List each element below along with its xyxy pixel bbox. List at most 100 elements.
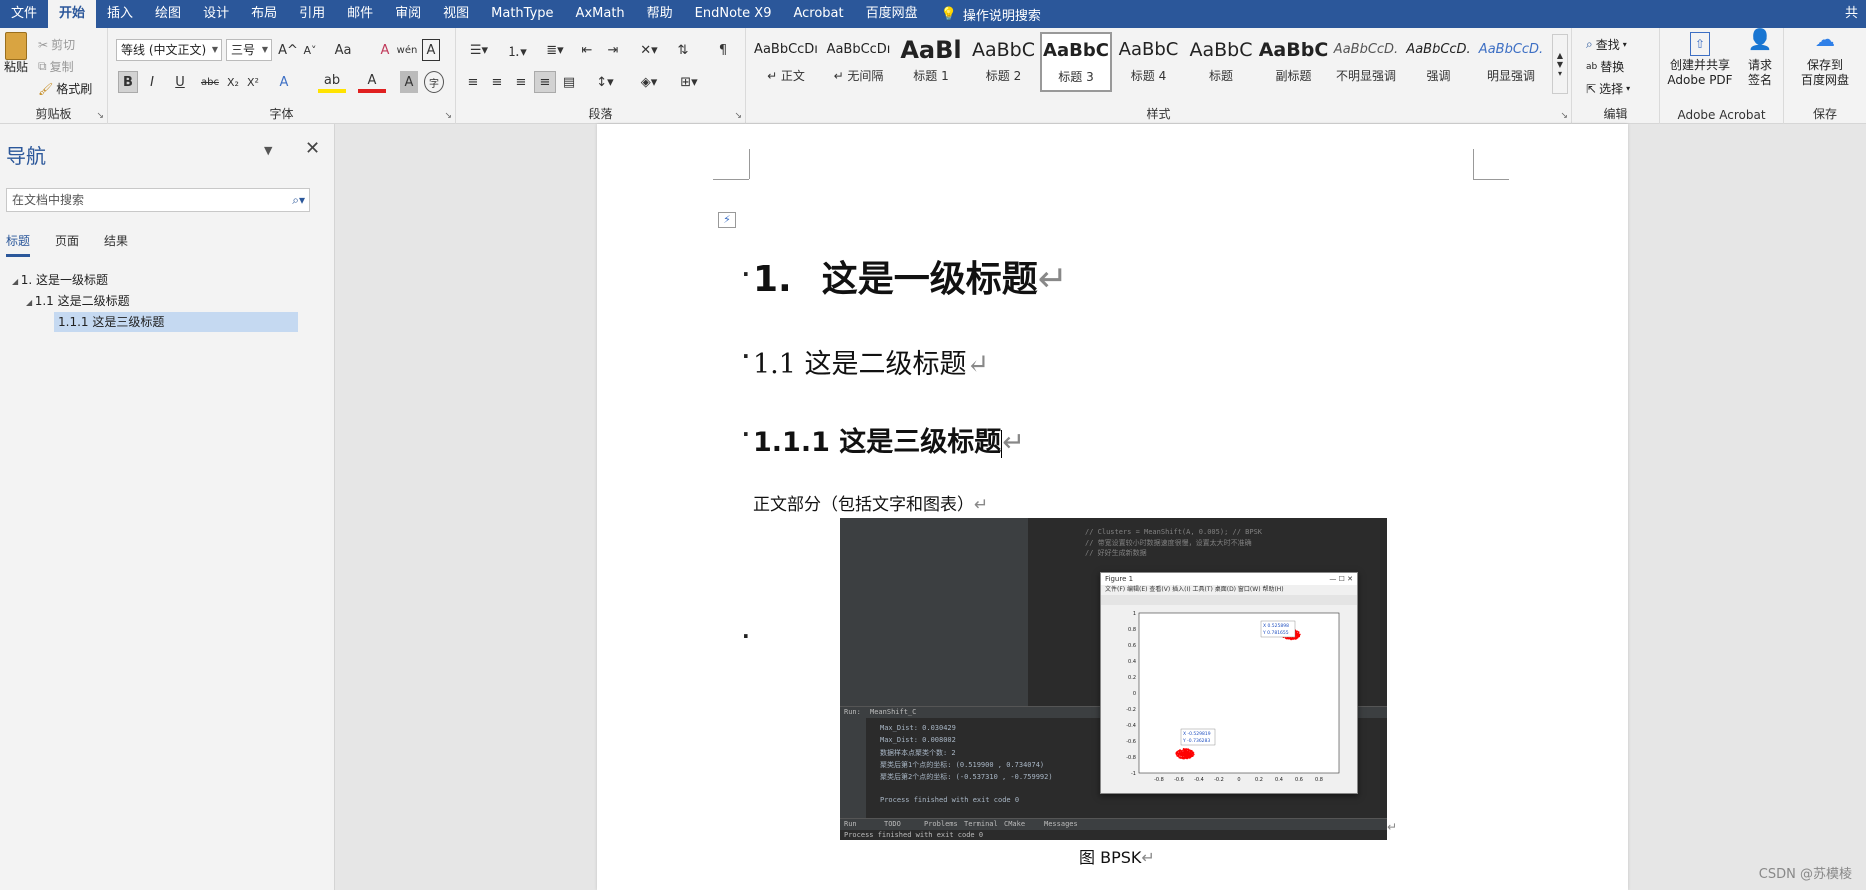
ide-bottom-tab[interactable]: CMake [1004,820,1025,828]
style-item[interactable]: AaBbC 标题 3 [1040,32,1112,92]
bold-button[interactable]: B [118,71,138,93]
justify-button[interactable]: ≡ [534,71,556,93]
bullets-button[interactable]: ☰▾ [462,39,496,61]
clear-format-button[interactable]: A [376,39,394,61]
style-item[interactable]: AaBbC 标题 4 [1113,32,1185,92]
style-item[interactable]: AaBbC 标题 2 [968,32,1040,92]
nav-tab[interactable]: 标题 [6,232,31,257]
ide-bottom-tab[interactable]: TODO [884,820,901,828]
show-marks-button[interactable]: ¶ [712,39,734,61]
style-item[interactable]: AaBbCcDı ↵ 正文 [750,32,822,92]
find-button[interactable]: ⌕ 查找 ▾ [1586,36,1627,53]
phonetic-guide-button[interactable]: wén [397,39,418,61]
shrink-font-button[interactable]: A˅ [300,39,320,61]
align-left-button[interactable]: ≡ [462,71,484,93]
decrease-indent-button[interactable]: ⇤ [576,39,598,61]
align-right-button[interactable]: ≡ [510,71,532,93]
font-name-select[interactable]: 等线 (中文正文) ▼ [116,39,222,61]
window-controls[interactable]: — ☐ ✕ [1329,573,1353,585]
style-item[interactable]: AaBbC 标题 [1185,32,1257,92]
expand-icon[interactable]: ◢ [26,298,35,307]
style-item[interactable]: AaBbCcDı ↵ 无间隔 [823,32,895,92]
nav-search-input[interactable]: 在文档中搜索 ⌕▾ [6,188,310,212]
menu-tab[interactable]: 视图 [432,0,480,28]
run-tab[interactable]: MeanShift_C [870,708,916,716]
nav-tab[interactable]: 页面 [55,232,79,249]
menu-tab[interactable]: 布局 [240,0,288,28]
figure-caption[interactable]: 图 BPSK↵ [1079,844,1155,868]
menu-tab[interactable]: 邮件 [336,0,384,28]
menu-tab[interactable]: 帮助 [636,0,684,28]
heading-2[interactable]: 1.1 这是二级标题↵ [753,342,989,381]
change-case-button[interactable]: Aa [330,39,356,61]
create-pdf-button[interactable]: ⇧ 创建并共享 Adobe PDF [1664,32,1736,88]
char-border-button[interactable]: A [422,39,440,61]
ide-bottom-tab[interactable]: Problems [924,820,958,828]
superscript-button[interactable]: X² [244,71,262,93]
menu-tab[interactable]: 插入 [96,0,144,28]
menu-tab[interactable]: 文件 [0,0,48,28]
cut-button[interactable]: ✂ 剪切 [38,36,75,53]
char-shading-button[interactable]: A [400,71,418,93]
paste-button[interactable]: 粘贴 [2,32,30,75]
body-paragraph[interactable]: 正文部分（包括文字和图表）↵ [753,490,988,515]
font-launcher-icon[interactable]: ↘ [444,111,452,121]
nav-tree-item[interactable]: 1.1.1 这是三级标题 [54,312,298,332]
paragraph-launcher-icon[interactable]: ↘ [734,111,742,121]
align-center-button[interactable]: ≡ [486,71,508,93]
select-button[interactable]: ⇱ 选择 ▾ [1586,80,1630,97]
subscript-button[interactable]: X₂ [224,71,242,93]
increase-indent-button[interactable]: ⇥ [602,39,624,61]
nav-options-icon[interactable]: ▼ [264,144,272,157]
sort-button[interactable]: ⇅ [672,39,694,61]
nav-tab[interactable]: 结果 [104,232,128,249]
line-spacing-button[interactable]: ↕▾ [588,71,622,93]
styles-launcher-icon[interactable]: ↘ [1560,111,1568,121]
heading-1[interactable]: 1. 这是一级标题↵ [753,250,1068,302]
text-effects-button[interactable]: A [270,71,298,93]
menu-tab[interactable]: 审阅 [384,0,432,28]
style-item[interactable]: AaBbCcD. 不明显强调 [1330,32,1402,92]
embedded-figure[interactable]: // Clusters = MeanShift(A, 0.005); // BP… [840,518,1387,840]
styles-scroll[interactable]: ▲ ▼ ▾ [1552,34,1568,94]
strikethrough-button[interactable]: abc [198,71,222,93]
format-painter-button[interactable]: 🖌 格式刷 [38,80,92,97]
menu-tab[interactable]: AxMath [565,0,636,28]
save-baidu-button[interactable]: ☁ 保存到 百度网盘 [1794,29,1856,88]
heading-3[interactable]: 1.1.1 这是三级标题↵ [753,420,1025,459]
borders-button[interactable]: ⊞▾ [672,71,706,93]
menu-tab[interactable]: 绘图 [144,0,192,28]
distributed-button[interactable]: ▤ [558,71,580,93]
font-color-button[interactable]: A [358,71,386,93]
numbering-button[interactable]: ⒈▾ [500,39,534,61]
ide-bottom-tab[interactable]: Messages [1044,820,1078,828]
nav-tree-item[interactable]: ◢ 1.1 这是二级标题 [26,291,130,311]
style-item[interactable]: AaBl 标题 1 [895,32,967,92]
anchor-icon[interactable]: ⚡ [718,212,736,228]
style-item[interactable]: AaBbCcD. 明显强调 [1475,32,1547,92]
menu-tab[interactable]: EndNote X9 [684,0,783,28]
menu-tab[interactable]: MathType [480,0,564,28]
font-size-select[interactable]: 三号 ▼ [226,39,272,61]
enclose-char-button[interactable]: 字 [424,71,444,93]
menu-tab[interactable]: 设计 [192,0,240,28]
request-sign-button[interactable]: 👤 请求 签名 [1740,29,1780,88]
share-button[interactable]: 共 [1845,0,1858,28]
copy-button[interactable]: ⧉ 复制 [38,58,74,75]
close-icon[interactable]: ✕ [305,138,320,159]
menu-tab[interactable]: Acrobat [782,0,854,28]
menu-tab[interactable]: 引用 [288,0,336,28]
nav-tree-item[interactable]: ◢ 1. 这是一级标题 [12,270,108,290]
replace-button[interactable]: ab 替换 [1586,58,1624,75]
menu-tab[interactable]: 百度网盘 [855,0,929,28]
expand-icon[interactable]: ◢ [12,277,21,286]
highlight-button[interactable]: ab [318,71,346,93]
chinese-layout-button[interactable]: ✕▾ [632,39,666,61]
multilevel-list-button[interactable]: ≣▾ [538,39,572,61]
style-item[interactable]: AaBbC 副标题 [1258,32,1330,92]
menu-tab[interactable]: 开始 [48,0,97,28]
clipboard-launcher-icon[interactable]: ↘ [96,111,104,121]
search-icon[interactable]: ⌕▾ [292,189,305,211]
tell-me-search[interactable]: 💡 操作说明搜索 [941,0,1041,28]
underline-button[interactable]: U [166,71,194,93]
